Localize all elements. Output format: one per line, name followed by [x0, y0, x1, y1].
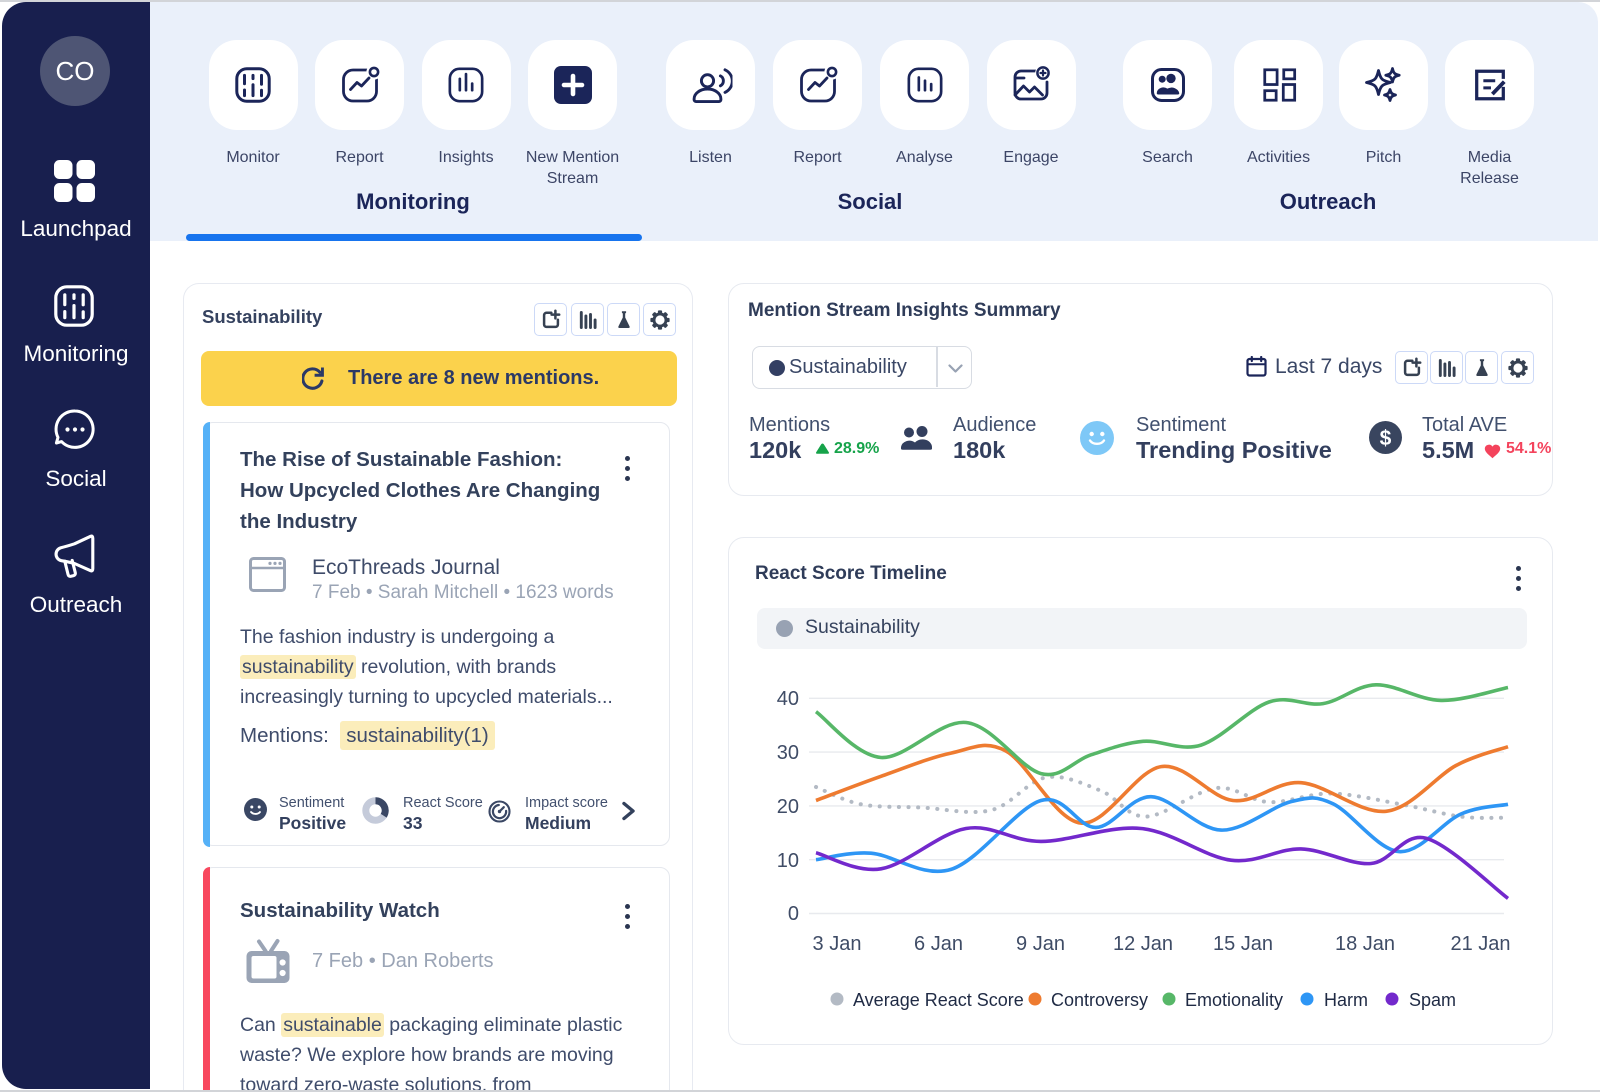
- svg-text:Controversy: Controversy: [1051, 990, 1148, 1010]
- svg-text:18 Jan: 18 Jan: [1335, 933, 1395, 955]
- svg-text:Spam: Spam: [1409, 990, 1456, 1010]
- svg-text:Harm: Harm: [1324, 990, 1368, 1010]
- svg-text:21 Jan: 21 Jan: [1450, 933, 1510, 955]
- svg-text:30: 30: [777, 742, 799, 764]
- svg-text:12 Jan: 12 Jan: [1113, 933, 1173, 955]
- svg-text:Average React Score: Average React Score: [853, 990, 1024, 1010]
- svg-text:20: 20: [777, 796, 799, 818]
- svg-text:Emotionality: Emotionality: [1185, 990, 1283, 1010]
- svg-text:0: 0: [788, 903, 799, 925]
- svg-text:9 Jan: 9 Jan: [1016, 933, 1065, 955]
- svg-text:15 Jan: 15 Jan: [1213, 933, 1273, 955]
- svg-text:40: 40: [777, 688, 799, 710]
- svg-text:3 Jan: 3 Jan: [813, 933, 862, 955]
- svg-text:$: $: [1380, 427, 1392, 450]
- svg-text:10: 10: [777, 850, 799, 872]
- svg-text:6 Jan: 6 Jan: [914, 933, 963, 955]
